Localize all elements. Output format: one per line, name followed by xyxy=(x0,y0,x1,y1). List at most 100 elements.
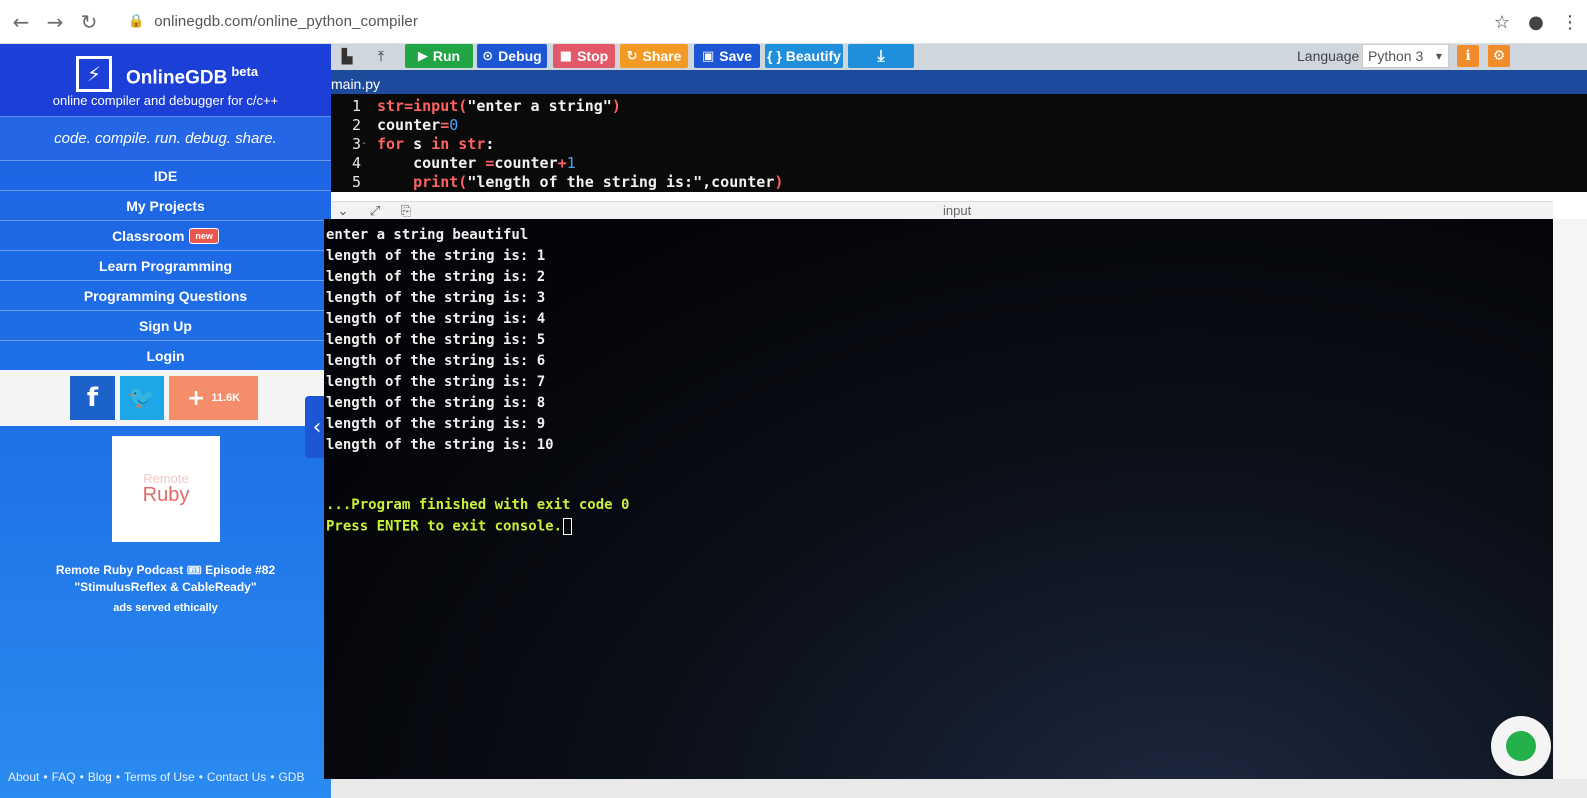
sidebar-item-label: Programming Questions xyxy=(83,287,248,304)
language-select[interactable]: Python 3 ▼ xyxy=(1362,44,1449,68)
expand-icon[interactable]: ⤢ xyxy=(364,202,386,220)
fold-marker[interactable]: - xyxy=(361,138,373,149)
code-token: ) xyxy=(611,96,621,115)
ad-text[interactable]: Remote Ruby Podcast 🎟 Episode #82 "Stimu… xyxy=(0,562,331,596)
bookmark-star-icon[interactable]: ☆ xyxy=(1485,5,1519,39)
code-token: s xyxy=(413,134,432,153)
forward-icon[interactable]: → xyxy=(38,5,72,39)
code-token: ) xyxy=(774,172,784,191)
brand-name[interactable]: OnlineGDB beta xyxy=(126,64,258,89)
copy-icon[interactable]: ⎘ xyxy=(395,202,417,220)
ads-ethical-link[interactable]: ads served ethically xyxy=(0,602,331,614)
code-token: counter xyxy=(494,153,558,172)
brand-header: ⚡ OnlineGDB beta online compiler and debu… xyxy=(0,44,331,116)
console-line: length of the string is: 4 xyxy=(326,311,546,327)
code-token: in xyxy=(431,134,459,153)
beautify-button[interactable]: { } Beautify xyxy=(765,44,843,68)
stop-label: Stop xyxy=(577,48,609,64)
upload-icon[interactable]: ⤒ xyxy=(369,46,393,68)
code-token: for xyxy=(377,134,414,153)
footer-sep: • xyxy=(270,770,275,784)
reload-icon[interactable]: ↻ xyxy=(72,5,106,39)
code-editor[interactable]: 1 str=input("enter a string") 2 counter=0 3-… xyxy=(331,94,1587,192)
stop-button[interactable]: ■ Stop xyxy=(553,44,615,68)
footer-sep: • xyxy=(43,770,48,784)
bottom-bar xyxy=(331,779,1587,798)
ad-image[interactable]: Remote Ruby xyxy=(112,436,220,542)
save-button[interactable]: ▣ Save xyxy=(694,44,760,68)
footer-links: About • FAQ • Blog • Terms of Use • Contact … xyxy=(0,767,331,787)
code-token: "enter a string" xyxy=(467,96,612,115)
sidebar-item-ide[interactable]: IDE xyxy=(0,160,331,190)
footer-link-blog[interactable]: Blog xyxy=(88,770,112,784)
stop-icon: ■ xyxy=(559,48,573,64)
line-number: 1 xyxy=(351,96,361,115)
chat-icon xyxy=(1506,731,1536,761)
debug-button[interactable]: ⊙ Debug xyxy=(477,44,547,68)
footer-link-gdb[interactable]: GDB xyxy=(278,770,304,784)
footer-sep: • xyxy=(79,770,84,784)
brand-name-text[interactable]: OnlineGDB xyxy=(126,67,227,88)
browser-menu-icon[interactable]: ⋮ xyxy=(1553,5,1587,39)
sidebar-item-login[interactable]: Login xyxy=(0,340,331,370)
footer-link-about[interactable]: About xyxy=(8,770,39,784)
sidebar-item-classroom[interactable]: Classroom new xyxy=(0,220,331,250)
line-number: 4 xyxy=(351,153,361,172)
code-line[interactable]: 3- for s in str: xyxy=(331,134,494,153)
new-file-icon[interactable]: ▙ xyxy=(335,46,359,68)
code-token: = xyxy=(440,115,450,134)
tab-main-py[interactable]: main.py xyxy=(331,74,390,94)
info-icon[interactable]: ℹ xyxy=(1457,45,1479,67)
code-line[interactable]: 4 counter =counter+1 xyxy=(331,153,576,172)
console-line: length of the string is: 6 xyxy=(326,353,546,369)
console-line: length of the string is: 3 xyxy=(326,290,546,306)
sidebar-item-sign-up[interactable]: Sign Up xyxy=(0,310,331,340)
share-label: Share xyxy=(642,48,682,64)
twitter-icon[interactable]: 🐦 xyxy=(120,376,164,420)
chevron-down-icon[interactable]: ⌄ xyxy=(332,202,354,220)
beautify-label: { } Beautify xyxy=(767,48,841,64)
brand-tagline: online compiler and debugger for c/c++ xyxy=(52,93,279,108)
sidebar-item-learn-programming[interactable]: Learn Programming xyxy=(0,250,331,280)
ad-line-2: "StimulusReflex & CableReady" xyxy=(74,580,257,594)
run-button[interactable]: ▶ Run xyxy=(405,44,473,68)
press-enter-prompt: Press ENTER to exit console. xyxy=(326,518,573,535)
code-token: 0 xyxy=(449,115,459,134)
footer-link-faq[interactable]: FAQ xyxy=(52,770,76,784)
back-icon[interactable]: ← xyxy=(4,5,38,39)
console-line: length of the string is: 2 xyxy=(326,269,546,285)
footer-link-terms[interactable]: Terms of Use xyxy=(124,770,195,784)
code-line[interactable]: 5 print("length of the string is:",count… xyxy=(331,172,783,191)
code-line[interactable]: 2 counter=0 xyxy=(331,115,458,134)
new-badge: new xyxy=(189,227,219,244)
beta-label: beta xyxy=(231,64,259,79)
press-enter-text: Press ENTER to exit console. xyxy=(326,518,563,535)
lock-icon[interactable]: 🔒 xyxy=(128,14,144,29)
ad-image-title: Ruby xyxy=(142,484,190,506)
chat-widget-button[interactable] xyxy=(1491,716,1551,776)
console-line: length of the string is: 1 xyxy=(326,248,546,264)
sidebar-item-my-projects[interactable]: My Projects xyxy=(0,190,331,220)
output-console[interactable]: enter a string beautiful length of the s… xyxy=(324,219,1553,779)
line-number: 3 xyxy=(351,134,361,153)
editor-toolbar: ▙ ⤒ ▶ Run ⊙ Debug ■ Stop ↻ Share ▣ Save { } B… xyxy=(331,44,1587,70)
account-icon[interactable]: ● xyxy=(1519,5,1553,39)
console-scrollbar[interactable] xyxy=(1553,219,1587,779)
save-label: Save xyxy=(719,48,752,64)
code-line[interactable]: 1 str=input("enter a string") xyxy=(331,96,621,115)
footer-link-contact[interactable]: Contact Us xyxy=(207,770,266,784)
address-bar[interactable]: onlinegdb.com/online_python_compiler xyxy=(154,13,418,30)
logo-bolt-icon[interactable]: ⚡ xyxy=(76,56,112,92)
console-line: length of the string is: 10 xyxy=(326,437,554,453)
social-bar: f 🐦 +11.6K xyxy=(0,370,331,426)
settings-gear-icon[interactable]: ⚙ xyxy=(1488,45,1510,67)
sidebar-item-programming-questions[interactable]: Programming Questions xyxy=(0,280,331,310)
file-tab-label: main.py xyxy=(331,76,381,92)
share-button[interactable]: ↻ Share xyxy=(620,44,688,68)
share-count-button[interactable]: +11.6K xyxy=(169,376,258,420)
facebook-icon[interactable]: f xyxy=(70,376,115,420)
download-button[interactable]: ⤓ xyxy=(848,44,914,68)
code-token: str=input( xyxy=(377,96,468,115)
code-text: counter=0 xyxy=(377,116,458,134)
console-line: length of the string is: 5 xyxy=(326,332,546,348)
